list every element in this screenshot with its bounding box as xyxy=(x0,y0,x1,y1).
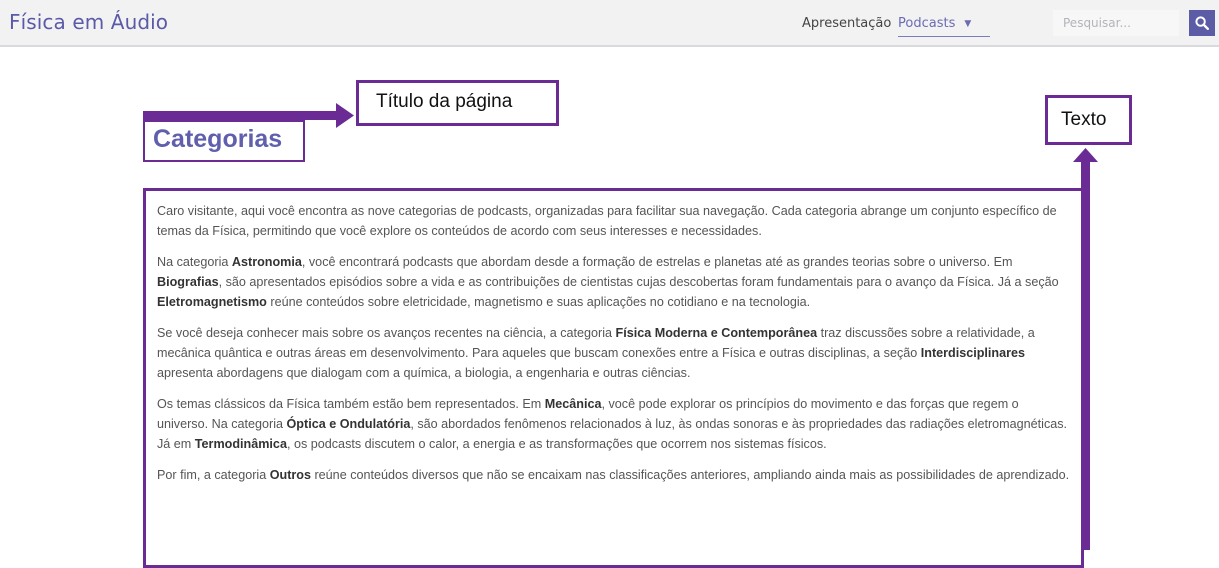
paragraph-text: reúne conteúdos sobre eletricidade, magn… xyxy=(266,295,811,309)
paragraph-text: Os temas clássicos da Física também estã… xyxy=(157,397,545,411)
paragraph-text: , os podcasts discutem o calor, a energi… xyxy=(286,437,827,451)
paragraph-text: Caro visitante, aqui você encontra as no… xyxy=(157,204,1057,238)
paragraph: Por fim, a categoria Outros reúne conteú… xyxy=(157,465,1072,485)
category-name: Biografias xyxy=(157,275,219,289)
category-name: Outros xyxy=(269,468,311,482)
paragraph: Caro visitante, aqui você encontra as no… xyxy=(157,201,1072,241)
paragraph: Os temas clássicos da Física também estã… xyxy=(157,394,1072,454)
paragraph-text: , são apresentados episódios sobre a vid… xyxy=(218,275,1059,289)
paragraph-text: Por fim, a categoria xyxy=(157,468,270,482)
category-name: Eletromagnetismo xyxy=(157,295,267,309)
category-name: Interdisciplinares xyxy=(920,346,1026,360)
category-name: Óptica e Ondulatória xyxy=(286,417,411,431)
paragraph-text: Se você deseja conhecer mais sobre os av… xyxy=(157,326,616,340)
callout-page-title: Título da página xyxy=(356,80,559,126)
category-name: Mecânica xyxy=(544,397,602,411)
paragraph-text: Na categoria xyxy=(157,255,232,269)
callout-text: Texto xyxy=(1045,95,1132,145)
paragraph: Se você deseja conhecer mais sobre os av… xyxy=(157,323,1072,383)
paragraph-text: apresenta abordagens que dialogam com a … xyxy=(157,366,691,380)
page-text: Caro visitante, aqui você encontra as no… xyxy=(157,201,1072,496)
category-name: Termodinâmica xyxy=(194,437,287,451)
category-name: Astronomia xyxy=(231,255,302,269)
paragraph-text: reúne conteúdos diversos que não se enca… xyxy=(310,468,1070,482)
category-name: Física Moderna e Contemporânea xyxy=(615,326,818,340)
paragraph: Na categoria Astronomia, você encontrará… xyxy=(157,252,1072,312)
page-title: Categorias xyxy=(153,125,283,153)
paragraph-text: , você encontrará podcasts que abordam d… xyxy=(301,255,1013,269)
